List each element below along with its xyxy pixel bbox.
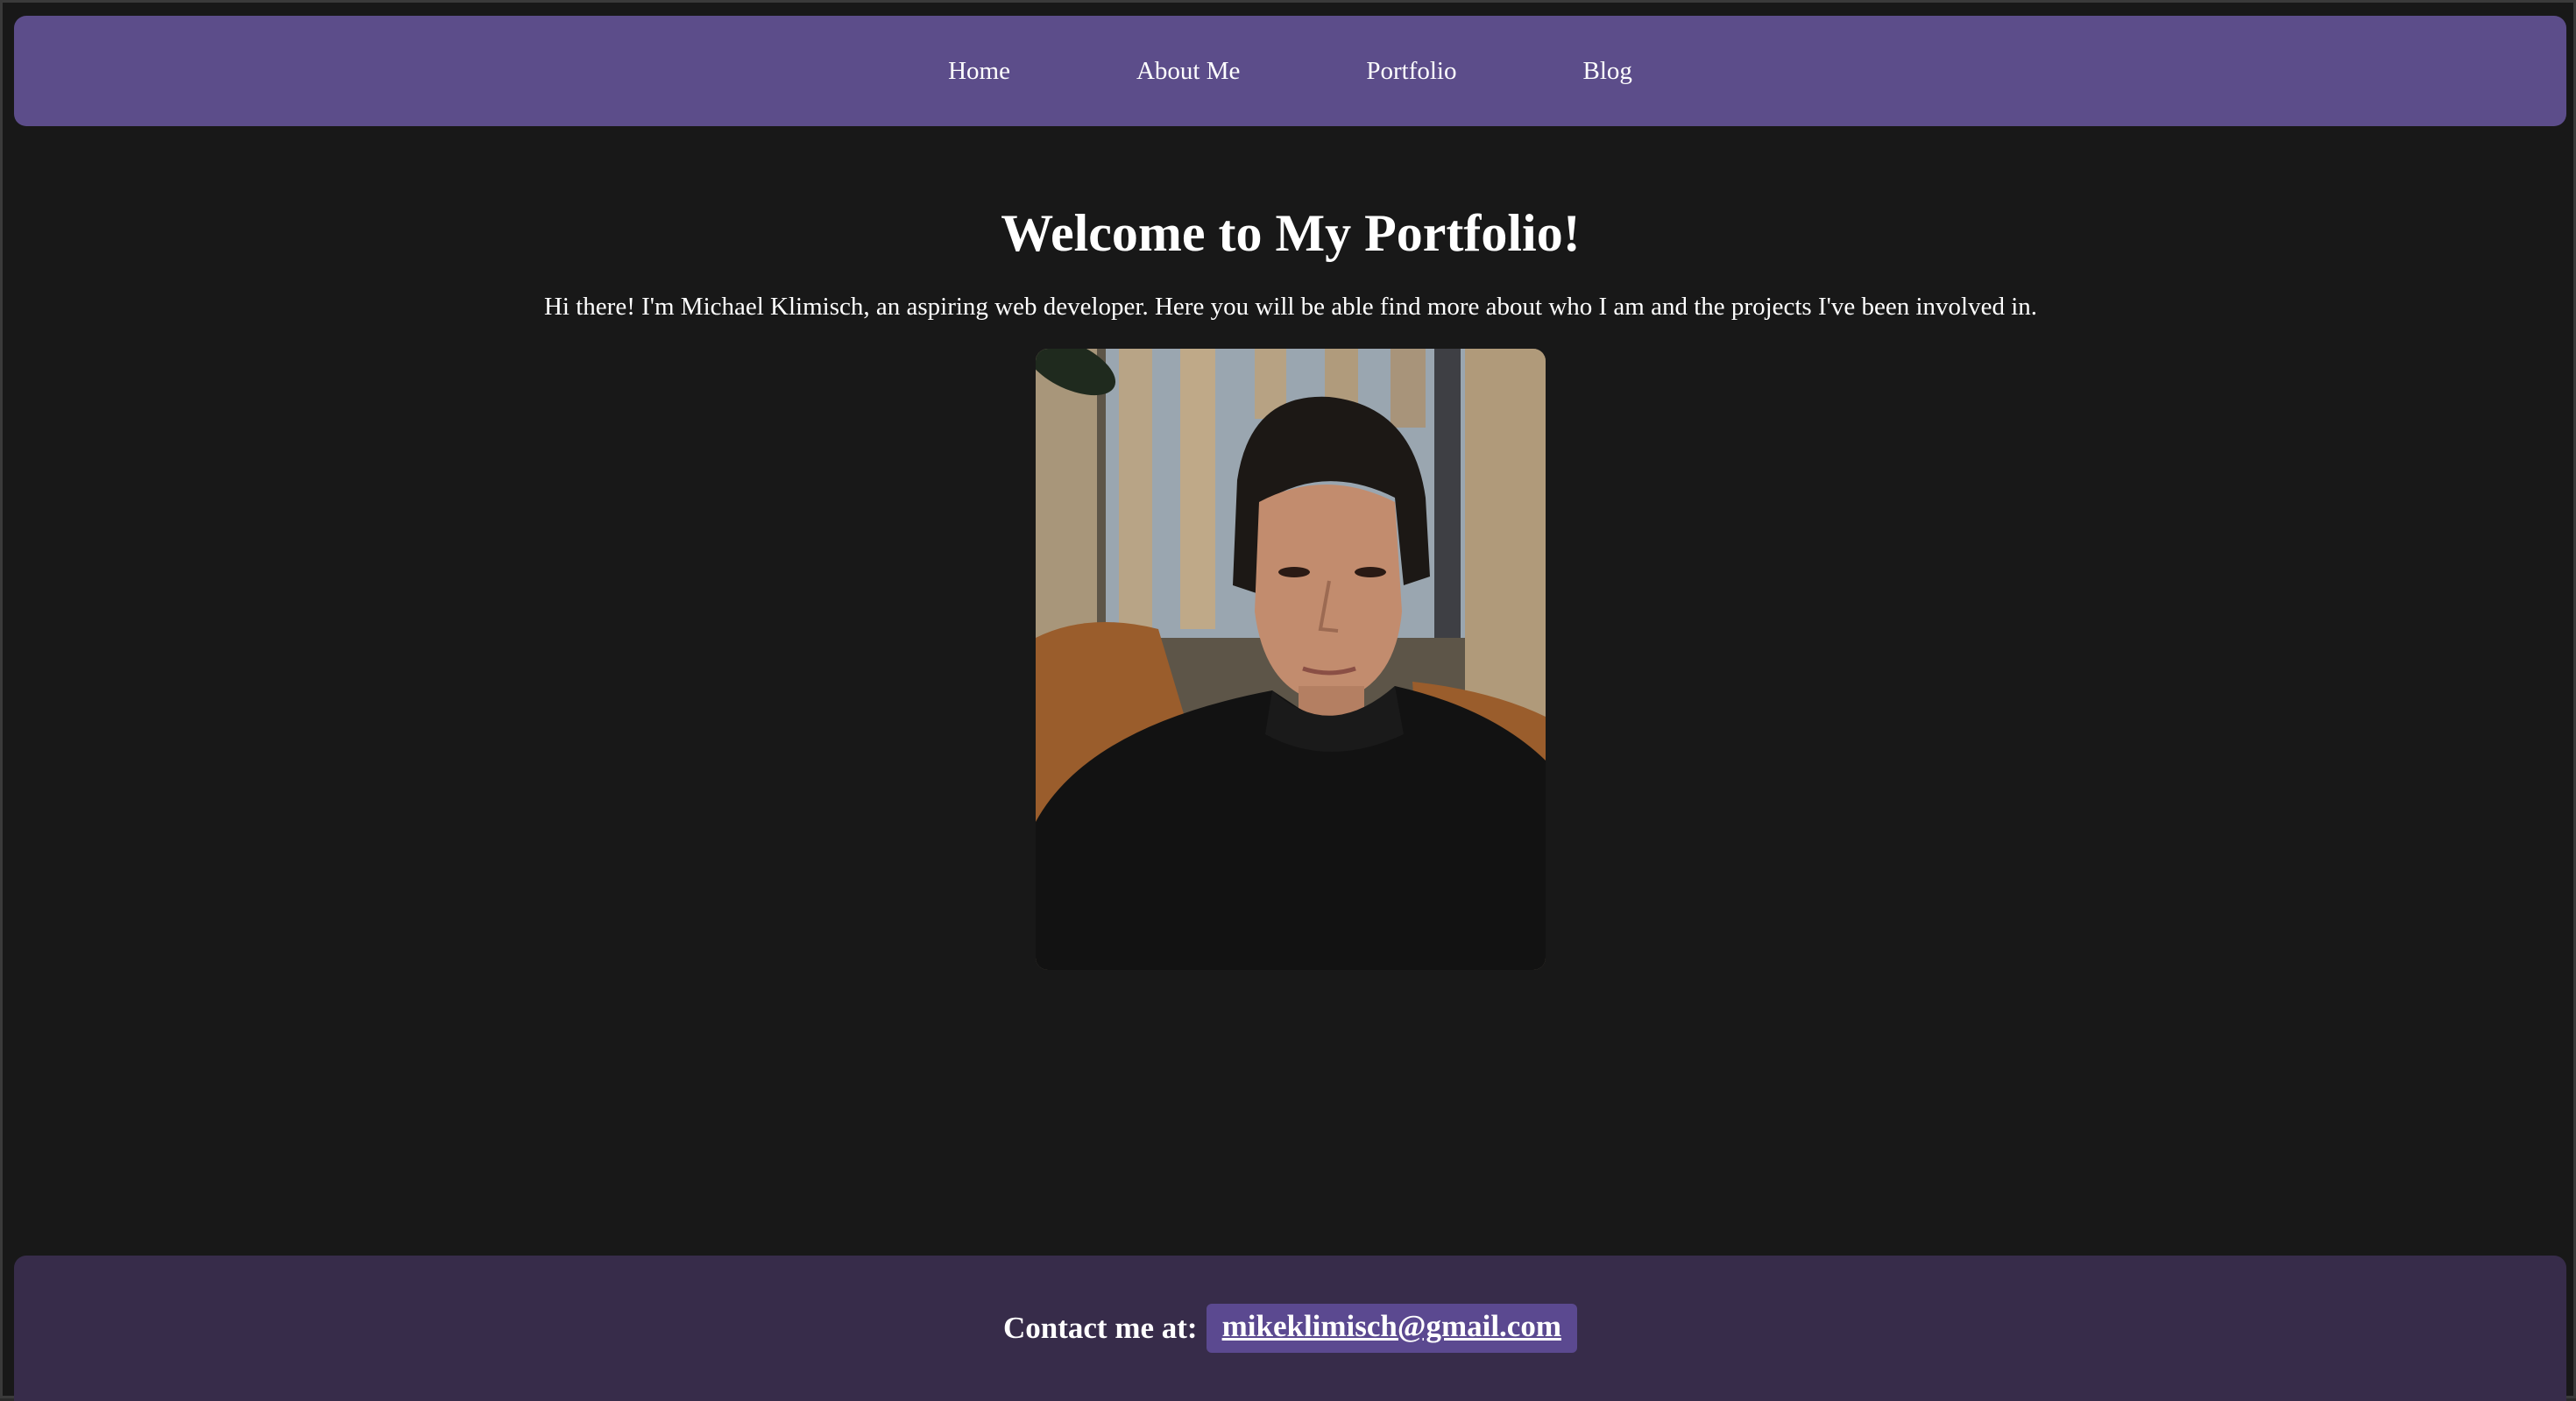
email-link[interactable]: mikeklimisch@gmail.com [1206, 1304, 1577, 1353]
nav-item-portfolio[interactable]: Portfolio [1303, 57, 1519, 86]
contact-label: Contact me at: [1003, 1311, 1198, 1345]
footer: Contact me at: mikeklimisch@gmail.com [14, 1256, 2566, 1401]
page-title: Welcome to My Portfolio! [1001, 204, 1581, 262]
nav-list: Home About Me Portfolio Blog [885, 57, 1695, 86]
nav-item-blog[interactable]: Blog [1520, 57, 1695, 86]
top-navigation: Home About Me Portfolio Blog [14, 16, 2566, 126]
browser-viewport: Home About Me Portfolio Blog Welcome to … [0, 0, 2576, 1401]
profile-photo [1036, 349, 1546, 970]
nav-item-home[interactable]: Home [885, 57, 1073, 86]
intro-text: Hi there! I'm Michael Klimisch, an aspir… [543, 293, 2038, 321]
nav-item-about-me[interactable]: About Me [1073, 57, 1303, 86]
